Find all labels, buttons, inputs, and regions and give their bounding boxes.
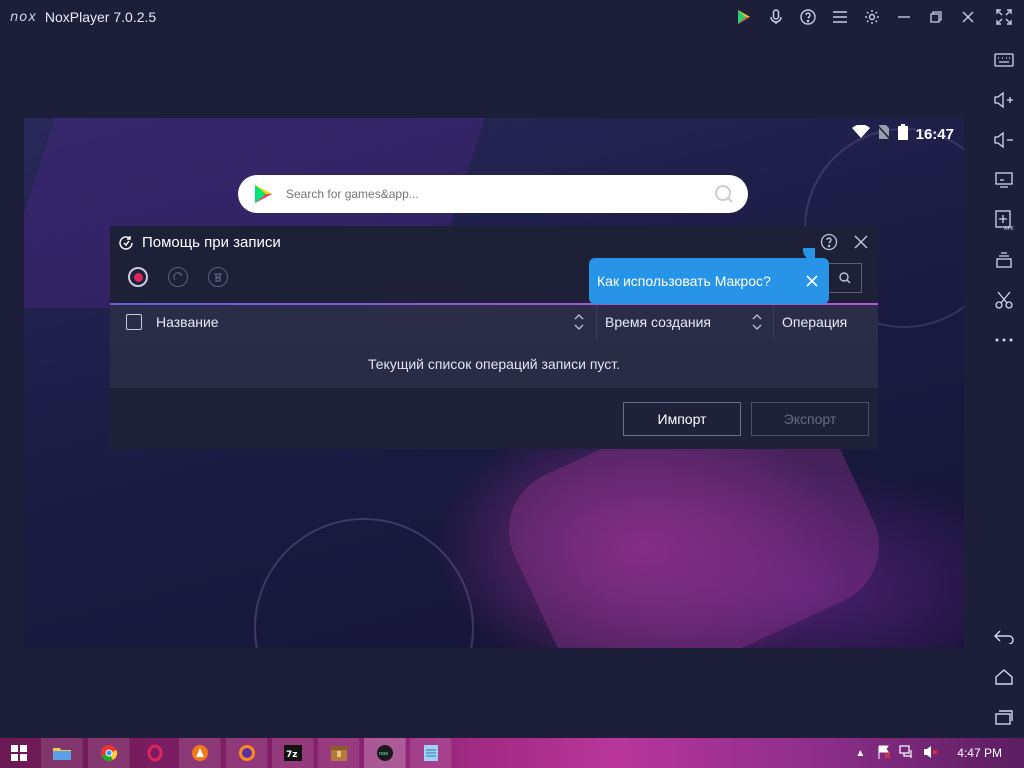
import-button[interactable]: Импорт <box>623 402 741 436</box>
screen-display-icon[interactable] <box>984 165 1024 195</box>
sort-icon[interactable] <box>573 313 585 331</box>
export-button[interactable]: Экспорт <box>751 402 869 436</box>
wallpaper-shape <box>254 518 474 648</box>
close-icon[interactable] <box>805 274 819 288</box>
svg-text:7z: 7z <box>286 750 298 760</box>
system-clock[interactable]: 4:47 PM <box>957 746 1002 760</box>
install-apk-icon[interactable]: APK <box>984 205 1024 235</box>
more-options-icon[interactable] <box>984 325 1024 355</box>
dialog-title: Помощь при записи <box>142 234 281 251</box>
back-icon[interactable] <box>984 622 1024 652</box>
android-clock: 16:47 <box>915 126 954 143</box>
help-icon[interactable] <box>792 0 824 34</box>
action-center-flag-icon[interactable] <box>877 745 891 762</box>
column-separator <box>773 305 774 339</box>
battery-icon <box>897 124 908 145</box>
title-bar: nox NoxPlayer 7.0.2.5 <box>0 0 1024 34</box>
trash-icon <box>214 273 222 282</box>
show-hidden-icons-icon[interactable]: ▲ <box>855 748 865 759</box>
volume-up-icon[interactable] <box>984 85 1024 115</box>
search-icon <box>839 272 851 284</box>
sort-icon[interactable] <box>751 313 763 331</box>
column-name[interactable]: Название <box>156 305 219 339</box>
volume-down-icon[interactable] <box>984 125 1024 155</box>
merge-icon <box>173 272 182 281</box>
menu-icon[interactable] <box>824 0 856 34</box>
archive-box-icon[interactable] <box>318 738 360 768</box>
recent-apps-icon[interactable] <box>984 702 1024 732</box>
noxplayer-taskbar-icon[interactable]: nox <box>364 738 406 768</box>
nox-logo: nox <box>10 9 37 25</box>
record-icon <box>133 272 143 282</box>
tooltip-text[interactable]: Как использовать Макрос? <box>597 273 771 289</box>
microphone-icon[interactable] <box>760 0 792 34</box>
select-all-checkbox[interactable] <box>126 314 142 330</box>
no-sim-icon <box>877 124 891 145</box>
home-icon[interactable] <box>984 662 1024 692</box>
windows-start-icon[interactable] <box>0 738 38 768</box>
settings-gear-icon[interactable] <box>856 0 888 34</box>
android-status-bar: 16:47 <box>851 124 954 145</box>
column-operation: Операция <box>782 314 848 330</box>
scissors-icon[interactable] <box>984 285 1024 315</box>
merge-macro-button[interactable] <box>168 267 188 287</box>
wifi-icon <box>851 124 870 144</box>
firefox-icon[interactable] <box>226 738 268 768</box>
table-header: Название Время создания Операция <box>110 305 878 339</box>
google-play-logo-icon <box>255 185 272 203</box>
avast-icon[interactable] <box>179 738 221 768</box>
file-explorer-icon[interactable] <box>41 738 83 768</box>
column-separator <box>596 305 597 339</box>
opera-icon[interactable] <box>134 738 176 768</box>
play-store-search-bar[interactable] <box>238 175 748 213</box>
record-button[interactable] <box>128 267 148 287</box>
restore-icon[interactable] <box>920 0 952 34</box>
column-created-time[interactable]: Время создания <box>605 305 711 339</box>
help-icon[interactable] <box>820 233 838 251</box>
svg-text:APK: APK <box>1004 226 1014 230</box>
dialog-search-button[interactable] <box>828 263 862 293</box>
system-tray: ▲ 4:47 PM <box>855 738 1024 768</box>
7zip-icon[interactable]: 7z <box>272 738 314 768</box>
right-toolbar: APK <box>984 34 1024 738</box>
dialog-footer: Импорт Экспорт <box>110 388 878 449</box>
macro-help-tooltip[interactable]: Как использовать Макрос? <box>589 248 829 304</box>
table-empty-row: Текущий список операций записи пуст. <box>110 339 878 388</box>
app-title: NoxPlayer 7.0.2.5 <box>44 9 157 25</box>
close-icon[interactable] <box>852 233 870 251</box>
play-store-icon[interactable] <box>728 0 760 34</box>
search-input[interactable] <box>286 187 686 201</box>
windows-taskbar: 7z nox ▲ 4:47 PM <box>0 738 1024 768</box>
volume-muted-icon[interactable] <box>923 745 939 762</box>
chrome-icon[interactable] <box>88 738 130 768</box>
empty-list-message: Текущий список операций записи пуст. <box>367 355 620 372</box>
macro-refresh-icon <box>119 236 133 250</box>
keyboard-icon[interactable] <box>984 45 1024 75</box>
network-icon[interactable] <box>899 744 915 762</box>
svg-text:nox: nox <box>379 751 388 757</box>
minimize-icon[interactable] <box>888 0 920 34</box>
multi-instance-icon[interactable] <box>984 245 1024 275</box>
close-icon[interactable] <box>952 0 984 34</box>
search-icon[interactable] <box>714 184 734 204</box>
notepad-icon[interactable] <box>410 738 452 768</box>
delete-macro-button[interactable] <box>208 267 228 287</box>
fullscreen-icon[interactable] <box>984 0 1024 34</box>
